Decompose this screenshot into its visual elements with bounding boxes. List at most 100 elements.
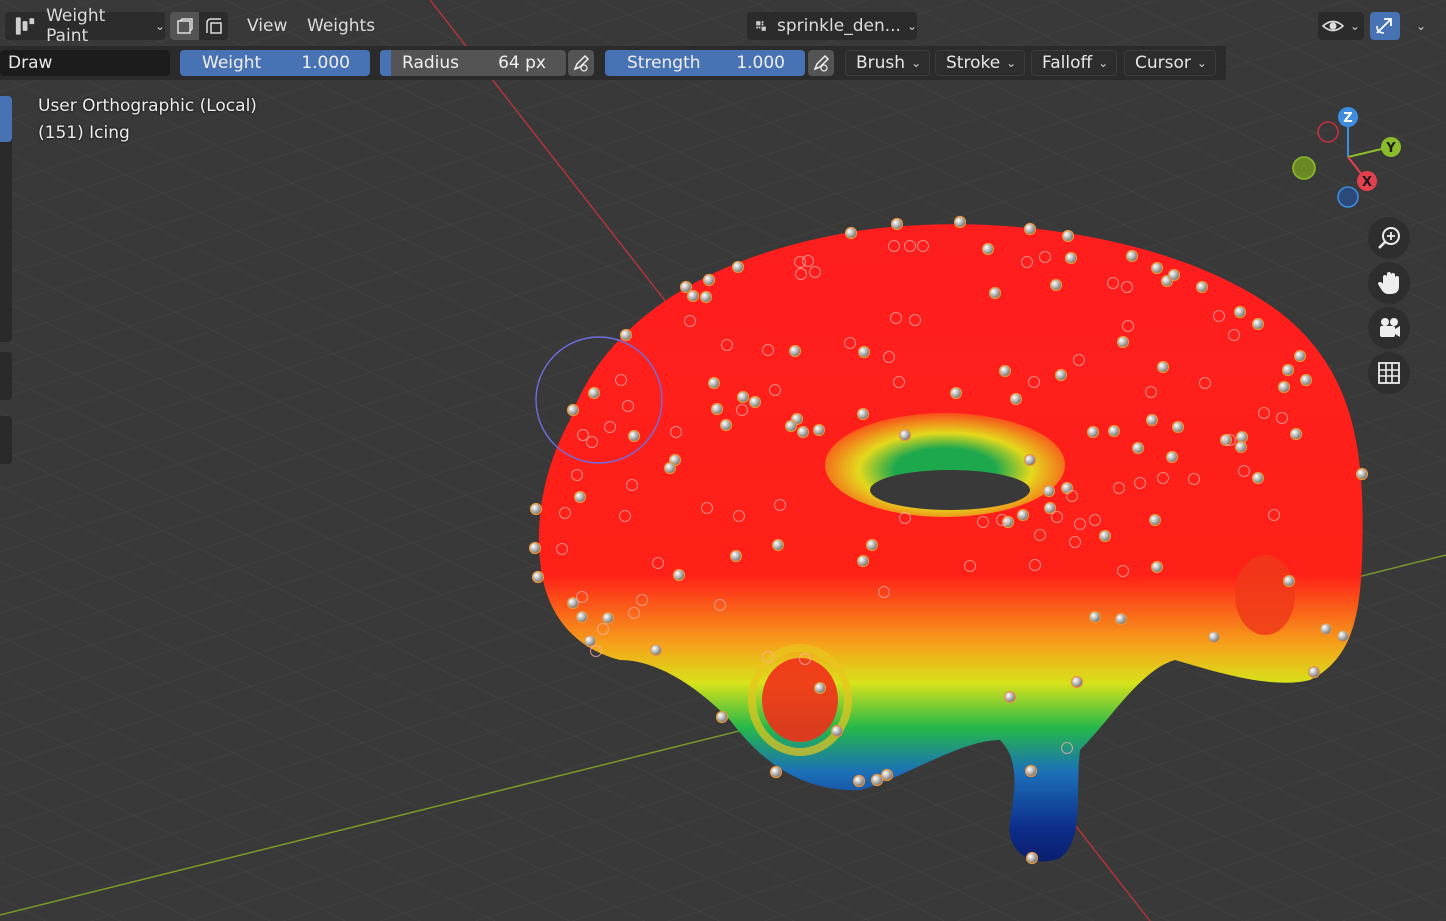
sprinkle <box>1049 278 1063 292</box>
neg-y-handle[interactable] <box>1292 156 1316 180</box>
sprinkle <box>699 290 713 304</box>
sprinkle <box>601 611 615 625</box>
view-menu[interactable]: View <box>237 12 297 40</box>
camera-icon <box>1380 318 1400 337</box>
sprinkle <box>1061 229 1075 243</box>
sprinkle <box>812 423 826 437</box>
sprinkle <box>1355 467 1369 481</box>
falloff-dropdown-label: Falloff <box>1042 53 1093 73</box>
sprinkle <box>1150 261 1164 275</box>
sprinkle <box>1024 764 1038 778</box>
3d-viewport[interactable]: Z Y X <box>0 0 1446 921</box>
brush-dropdown-label: Brush <box>856 53 906 73</box>
sprinkle <box>1054 368 1068 382</box>
sprinkle <box>784 419 798 433</box>
sprinkle <box>1107 424 1121 438</box>
sprinkle <box>710 402 724 416</box>
strength-label: Strength <box>627 53 701 73</box>
z-label: Z <box>1343 111 1352 126</box>
pan-button[interactable] <box>1368 262 1410 304</box>
y-label: Y <box>1385 141 1396 156</box>
sprinkle <box>1307 665 1321 679</box>
radius-slider[interactable]: Radius 64 px <box>380 50 566 76</box>
sprinkle <box>890 217 904 231</box>
neg-z-handle[interactable] <box>1337 186 1359 208</box>
mode-selector[interactable]: Weight Paint ⌄ <box>5 6 165 46</box>
sprinkle <box>1116 335 1130 349</box>
sprinkle <box>627 429 641 443</box>
falloff-dropdown[interactable]: Falloff ⌄ <box>1031 50 1118 76</box>
sprinkle <box>771 538 785 552</box>
sprinkle <box>619 328 633 342</box>
sprinkle <box>1042 484 1056 498</box>
toolbar-expander[interactable] <box>0 352 12 400</box>
gizmo-toggle[interactable] <box>1369 12 1400 40</box>
sprinkle <box>865 538 879 552</box>
sprinkle <box>663 461 677 475</box>
brush-dropdown[interactable]: Brush ⌄ <box>845 50 931 76</box>
object-data-icon <box>756 21 766 31</box>
chevron-down-icon: ⌄ <box>906 19 917 33</box>
grid-icon <box>1378 362 1400 384</box>
gizmo-dropdown[interactable]: ⌄ <box>1406 12 1430 40</box>
chevron-down-icon: ⌄ <box>1098 56 1109 70</box>
sprinkle <box>1167 268 1181 282</box>
sprinkle <box>1088 610 1102 624</box>
radius-pressure-button[interactable] <box>568 50 594 76</box>
stroke-dropdown[interactable]: Stroke ⌄ <box>935 50 1026 76</box>
sprinkle <box>981 242 995 256</box>
brush-name-field[interactable]: Draw <box>0 50 170 76</box>
sprinkle <box>1207 630 1221 644</box>
cursor-dropdown[interactable]: Cursor ⌄ <box>1124 50 1216 76</box>
chevron-down-icon: ⌄ <box>1196 56 1207 70</box>
face-mask-icon[interactable] <box>170 12 199 40</box>
sprinkle <box>880 768 894 782</box>
strength-pressure-button[interactable] <box>808 50 834 76</box>
sprinkle <box>702 273 716 287</box>
tool-settings-bar: Draw Weight 1.000 Radius 64 px Strength … <box>0 46 1226 80</box>
sprinkle <box>1060 481 1074 495</box>
paint-mask-toggles[interactable] <box>170 12 228 40</box>
active-tool-indicator[interactable] <box>0 96 12 142</box>
viewport-canvas[interactable]: Z Y X <box>0 0 1446 921</box>
sprinkle <box>898 428 912 442</box>
strength-value: 1.000 <box>736 53 785 73</box>
zoom-button[interactable] <box>1368 217 1410 259</box>
object-info-label: (151) Icing <box>38 123 130 143</box>
sprinkle <box>531 570 545 584</box>
stroke-dropdown-label: Stroke <box>946 53 1001 73</box>
chevron-down-icon: ⌄ <box>1349 19 1360 33</box>
weight-slider[interactable]: Weight 1.000 <box>180 50 370 76</box>
chevron-down-icon: ⌄ <box>154 19 165 33</box>
sprinkle <box>707 376 721 390</box>
gizmo-icon <box>1376 18 1392 34</box>
sprinkle <box>672 568 686 582</box>
sprinkle <box>1023 453 1037 467</box>
zoom-icon <box>1378 227 1400 249</box>
camera-view-button[interactable] <box>1368 307 1410 349</box>
sprinkle <box>949 386 963 400</box>
sprinkle <box>1025 851 1039 865</box>
sprinkle <box>1251 471 1265 485</box>
sprinkle <box>1289 427 1303 441</box>
sprinkle <box>1064 251 1078 265</box>
weights-menu[interactable]: Weights <box>297 12 385 40</box>
orthographic-toggle-button[interactable] <box>1368 352 1410 394</box>
chevron-down-icon: ⌄ <box>1415 19 1426 33</box>
cursor-dropdown-label: Cursor <box>1135 53 1191 73</box>
strength-slider[interactable]: Strength 1.000 <box>605 50 805 76</box>
sprinkle <box>1114 612 1128 626</box>
sprinkle <box>1234 440 1248 454</box>
visibility-dropdown[interactable]: ⌄ <box>1317 12 1364 40</box>
sprinkle <box>719 418 733 432</box>
object-data-selector[interactable]: sprinkle_den... ⌄ <box>747 12 917 40</box>
sprinkle <box>1003 690 1017 704</box>
left-toolbar[interactable] <box>0 96 12 342</box>
sprinkle <box>1016 508 1030 522</box>
vertex-mask-icon[interactable] <box>199 12 228 40</box>
weight-paint-icon <box>15 17 35 35</box>
sidebar-expander[interactable] <box>0 416 12 464</box>
sprinkle <box>1148 513 1162 527</box>
sprinkle <box>870 773 884 787</box>
sprinkle <box>1299 373 1313 387</box>
